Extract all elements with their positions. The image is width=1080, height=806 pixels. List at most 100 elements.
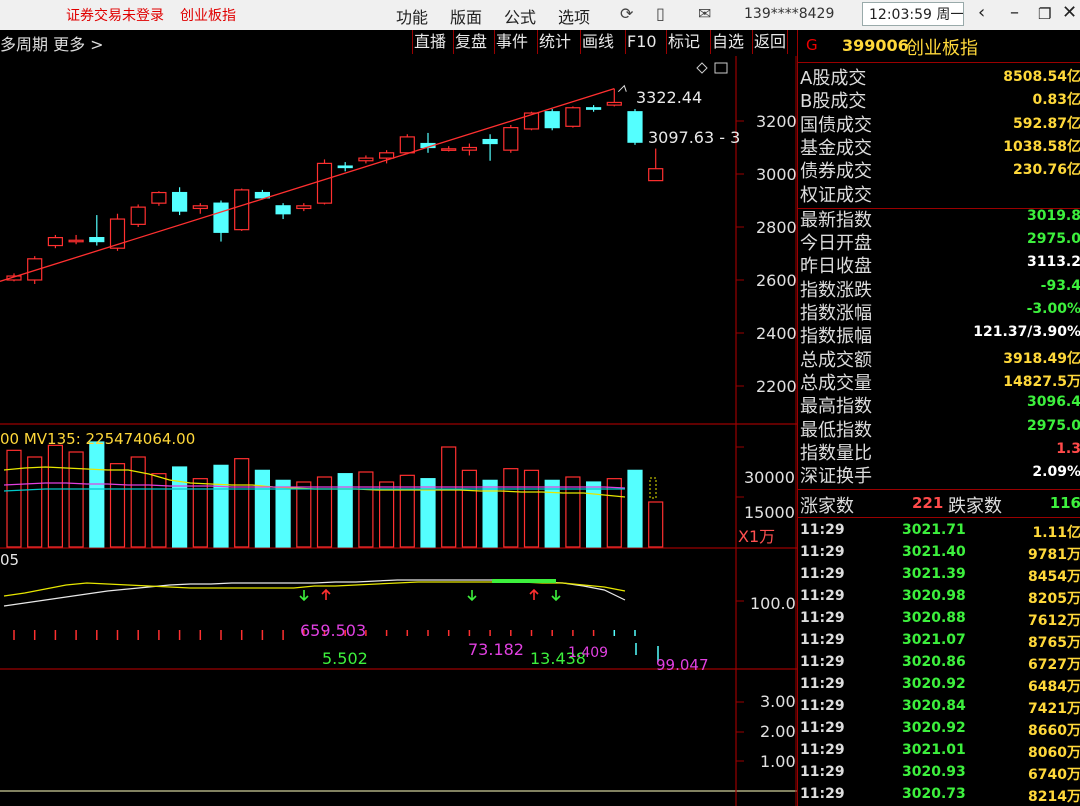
quote-label: 深证换手 xyxy=(800,466,872,488)
btn-watchlist[interactable]: 自选 xyxy=(710,30,745,54)
phone-icon[interactable]: ▯ xyxy=(656,4,665,23)
group-badge: G xyxy=(806,36,818,54)
y-tick: 2200 xyxy=(756,377,797,396)
volume-bar xyxy=(523,469,540,548)
quote-value: 3113.2 xyxy=(1026,254,1080,271)
mail-icon[interactable]: ✉ xyxy=(698,4,711,23)
down-count-label: 跌家数 xyxy=(948,496,1002,517)
menu-formula[interactable]: 公式 xyxy=(504,4,536,28)
close-icon[interactable]: ✕ xyxy=(1062,2,1077,23)
quote-label: 总成交额 xyxy=(800,349,872,371)
tick-time: 11:29 xyxy=(800,566,845,582)
candle-body xyxy=(503,127,519,151)
candle-body xyxy=(648,168,664,182)
volume-bar xyxy=(213,464,229,548)
quote-value: -3.00% xyxy=(1026,301,1080,317)
volume-bar xyxy=(275,479,291,548)
chart-toolbar: 多周期 更多 > 直播 复盘 事件 统计 画线 F10 标记 自选 返回 xyxy=(0,30,797,56)
tick-time: 11:29 xyxy=(800,654,845,670)
quote-row: 国债成交 592.87亿 xyxy=(798,111,1080,136)
candle-body xyxy=(399,136,415,154)
quote-row: 指数涨跌 -93.4 xyxy=(798,276,1080,301)
tick-price: 3020.93 xyxy=(902,764,966,780)
ind-label: 659.503 xyxy=(300,621,367,640)
volume-bar xyxy=(461,469,477,548)
vol-tick: 30000 xyxy=(744,468,795,487)
period-more[interactable]: 多周期 更多 > xyxy=(0,31,104,55)
back-icon[interactable]: ‹ xyxy=(978,2,985,23)
volume-bar xyxy=(6,449,22,548)
quote-value: 230.76亿 xyxy=(1012,162,1080,179)
quote-label: 债券成交 xyxy=(800,161,872,183)
tick-row: 11:29 3020.93 6740万 xyxy=(798,762,1080,784)
menu-options[interactable]: 选项 xyxy=(558,4,590,28)
quote-label: 权证成交 xyxy=(800,184,872,206)
tick-price: 3021.71 xyxy=(902,522,966,538)
btn-live[interactable]: 直播 xyxy=(412,30,447,54)
candle-body xyxy=(275,205,291,215)
volume-bar xyxy=(399,474,415,548)
indicator-line xyxy=(3,581,626,597)
volume-bar xyxy=(47,444,64,548)
quote-label: 总成交量 xyxy=(800,372,872,394)
volume-bar xyxy=(109,463,126,548)
tick-time: 11:29 xyxy=(800,676,845,692)
index-name: 创业板指 xyxy=(906,38,978,59)
tick-amount: 8660万 xyxy=(1028,723,1080,739)
quote-value: 592.87亿 xyxy=(1012,115,1080,132)
account-phone[interactable]: 139****8429 xyxy=(744,6,834,22)
tick-row: 11:29 3021.39 8454万 xyxy=(798,564,1080,586)
ind-label: 1.409 xyxy=(568,645,609,661)
quote-row: 最低指数 2975.0 xyxy=(798,416,1080,441)
btn-event[interactable]: 事件 xyxy=(494,30,529,54)
volume-bar xyxy=(27,456,43,548)
quote-row: 权证成交 xyxy=(798,181,1080,206)
volume-bar xyxy=(296,481,312,548)
tick-time: 11:29 xyxy=(800,720,845,736)
restore-icon[interactable]: ❐ xyxy=(1038,5,1051,23)
refresh-icon[interactable]: ⟳ xyxy=(620,4,633,23)
menu-function[interactable]: 功能 xyxy=(396,4,428,28)
candle-body xyxy=(234,189,250,231)
volume-bar xyxy=(627,469,643,548)
btn-return[interactable]: 返回 xyxy=(752,30,789,54)
ind-label: 99.047 xyxy=(656,656,709,674)
tick-row: 11:29 3020.86 6727万 xyxy=(798,652,1080,674)
candle-body xyxy=(316,162,333,204)
candle-body xyxy=(68,239,84,243)
quote-value: 2975.0 xyxy=(1026,231,1080,248)
divider xyxy=(798,517,1080,518)
quote-row: 今日开盘 2975.0 xyxy=(798,229,1080,254)
low-tick: 2.00 xyxy=(760,722,796,741)
volume-bar xyxy=(503,468,519,548)
tick-amount: 6727万 xyxy=(1028,657,1080,673)
volume-bar xyxy=(648,501,664,548)
candle-body xyxy=(482,138,498,145)
tick-price: 3021.01 xyxy=(902,742,966,758)
quote-value: 1038.58亿 xyxy=(1003,138,1080,155)
quote-value: 1.3 xyxy=(1056,440,1080,457)
tick-time: 11:29 xyxy=(800,610,845,626)
y-tick: 2400 xyxy=(756,324,797,343)
candle-body xyxy=(585,107,602,110)
arrow-up-icon xyxy=(529,588,539,600)
candle-body xyxy=(192,205,208,210)
login-status[interactable]: 证券交易未登录 xyxy=(66,5,164,25)
btn-draw[interactable]: 画线 xyxy=(580,30,615,54)
high-marker xyxy=(617,84,627,93)
low-tick: 3.00 xyxy=(760,692,796,711)
menu-layout[interactable]: 版面 xyxy=(450,4,482,28)
quote-label: 最新指数 xyxy=(800,209,872,231)
btn-stats[interactable]: 统计 xyxy=(537,30,572,54)
btn-mark[interactable]: 标记 xyxy=(666,30,701,54)
tick-amount: 8214万 xyxy=(1028,789,1080,805)
quote-label: 指数涨幅 xyxy=(800,303,872,324)
minimize-icon[interactable]: – xyxy=(1010,2,1019,23)
tick-price: 3020.92 xyxy=(902,720,966,736)
tick-price: 3021.40 xyxy=(902,544,966,560)
quote-label: B股成交 xyxy=(800,91,867,113)
quote-label: 基金成交 xyxy=(800,137,872,159)
btn-replay[interactable]: 复盘 xyxy=(453,30,488,54)
candle-body xyxy=(523,112,540,130)
btn-f10[interactable]: F10 xyxy=(625,30,658,54)
